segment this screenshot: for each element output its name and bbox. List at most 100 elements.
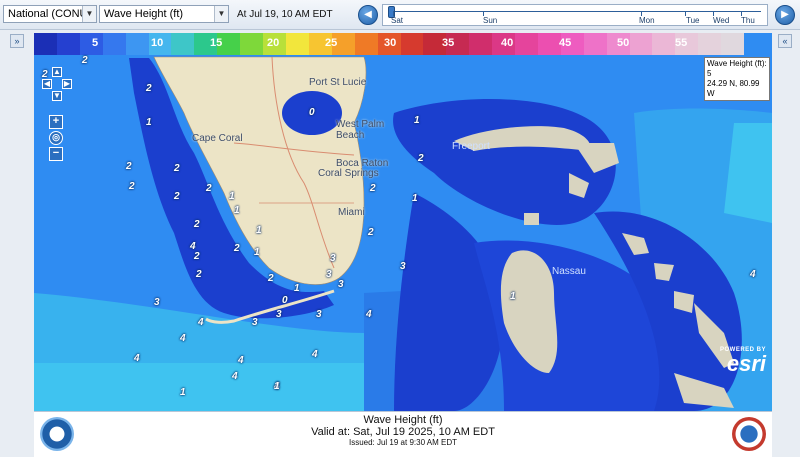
toolbar: National (CONUS ▼ Wave Height (ft) ▼ At … xyxy=(0,0,800,30)
wave-height-label: 3 xyxy=(316,309,322,320)
place-label: Miami xyxy=(338,207,365,218)
legend-label: 45 xyxy=(559,37,572,49)
pan-up-icon[interactable]: ▲ xyxy=(52,67,62,77)
parameter-select-value: Wave Height (ft) xyxy=(104,8,184,20)
wave-height-map[interactable]: 5 10 15 20 25 30 35 40 45 50 55 Port St … xyxy=(34,33,772,411)
wave-height-label: 2 xyxy=(268,273,274,284)
legend-swatch xyxy=(537,33,561,55)
place-label: West Palm Beach xyxy=(336,119,385,141)
map-canvas xyxy=(34,33,772,411)
next-time-button[interactable]: ▶ xyxy=(775,5,795,25)
wave-height-label: 1 xyxy=(412,193,418,204)
parameter-select[interactable]: Wave Height (ft) ▼ xyxy=(99,5,229,23)
nws-logo-icon xyxy=(732,417,766,451)
legend-swatch xyxy=(698,33,722,55)
identify-value: Wave Height (ft): 5 xyxy=(707,59,767,78)
noaa-logo-icon xyxy=(40,417,74,451)
legend-swatch xyxy=(56,33,80,55)
legend-label: 40 xyxy=(501,37,514,49)
timeline-label: Sun xyxy=(483,16,498,25)
legend-label: 5 xyxy=(92,37,99,49)
wave-height-label: 0 xyxy=(282,295,288,306)
legend-swatch xyxy=(354,33,378,55)
wave-height-label: 1 xyxy=(294,283,300,294)
wave-height-label: 0 xyxy=(309,107,315,118)
wave-height-label: 3 xyxy=(326,269,332,280)
caption-issued: Issued: Jul 19 at 9:30 AM EDT xyxy=(348,438,458,447)
identify-popup: Wave Height (ft): 5 24.29 N, 80.99 W xyxy=(704,57,770,101)
place-label: Coral Springs xyxy=(318,168,379,179)
wave-height-label: 2 xyxy=(368,227,374,238)
wave-height-label: 1 xyxy=(229,191,235,202)
wave-height-label: 2 xyxy=(146,83,152,94)
wave-height-label: 2 xyxy=(82,55,88,66)
wave-height-label: 2 xyxy=(194,251,200,262)
wave-height-label: 4 xyxy=(180,333,186,344)
wave-height-label: 1 xyxy=(510,291,516,302)
wave-height-label: 2 xyxy=(174,163,180,174)
wave-height-label: 3 xyxy=(330,253,336,264)
wave-height-label: 1 xyxy=(180,387,186,398)
legend-swatch xyxy=(285,33,309,55)
wave-height-label: 4 xyxy=(134,353,140,364)
timeline-label: Tue xyxy=(686,16,700,25)
map-caption: Wave Height (ft) Valid at: Sat, Jul 19 2… xyxy=(34,411,772,457)
pan-right-icon[interactable]: ▶ xyxy=(62,79,72,89)
caption-title: Wave Height (ft) xyxy=(363,414,443,426)
wave-height-label: 2 xyxy=(196,269,202,280)
wave-height-label: 4 xyxy=(232,371,238,382)
legend-swatch xyxy=(721,33,745,55)
right-panel-toggle[interactable]: « xyxy=(778,34,792,48)
zoom-in-button[interactable]: + xyxy=(49,115,63,129)
timeline-label: Sat xyxy=(391,16,404,25)
legend-label: 15 xyxy=(210,37,223,49)
wave-height-label: 2 xyxy=(206,183,212,194)
globe-icon[interactable]: ◎ xyxy=(49,131,63,145)
legend-swatch xyxy=(583,33,607,55)
pan-left-icon[interactable]: ◀ xyxy=(42,79,52,89)
place-label: Nassau xyxy=(552,266,586,277)
timeline-label: Thu xyxy=(741,16,755,25)
wave-height-label: 2 xyxy=(194,219,200,230)
wave-height-label: 2 xyxy=(418,153,424,164)
chevron-down-icon[interactable]: ▼ xyxy=(82,6,96,22)
legend-swatch xyxy=(400,33,424,55)
wave-height-label: 2 xyxy=(129,181,135,192)
wave-height-label: 4 xyxy=(198,317,204,328)
timeline-slider[interactable]: Sat Sun Mon Tue Wed Thu xyxy=(382,4,768,26)
legend-label: 30 xyxy=(384,37,397,49)
wave-height-label: 1 xyxy=(414,115,420,126)
wave-height-label: 2 xyxy=(126,161,132,172)
wave-height-label: 2 xyxy=(174,191,180,202)
esri-logo: POWERED BY esri xyxy=(719,347,766,376)
place-label: Cape Coral xyxy=(192,133,243,144)
chevron-down-icon[interactable]: ▼ xyxy=(214,6,228,22)
legend-swatch xyxy=(171,33,195,55)
legend-swatch xyxy=(102,33,126,55)
legend-label: 25 xyxy=(325,37,338,49)
zoom-out-button[interactable]: − xyxy=(49,147,63,161)
left-panel-toggle[interactable]: » xyxy=(10,34,24,48)
wave-height-label: 4 xyxy=(366,309,372,320)
caption-valid: Valid at: Sat, Jul 19 2025, 10 AM EDT xyxy=(311,426,495,438)
wave-height-label: 1 xyxy=(256,225,262,236)
previous-time-button[interactable]: ◀ xyxy=(358,5,378,25)
legend-swatch xyxy=(469,33,493,55)
place-label: Port St Lucie xyxy=(309,77,367,88)
wave-height-label: 3 xyxy=(400,261,406,272)
wave-height-label: 1 xyxy=(274,381,280,392)
wave-height-label: 4 xyxy=(312,349,318,360)
wave-height-label: 2 xyxy=(234,243,240,254)
pan-down-icon[interactable]: ▼ xyxy=(52,91,62,101)
wave-height-label: 3 xyxy=(252,317,258,328)
legend-swatch xyxy=(125,33,149,55)
wave-height-label: 1 xyxy=(146,117,152,128)
legend-swatch xyxy=(240,33,264,55)
timeline-label: Wed xyxy=(713,16,730,25)
pan-control[interactable]: ▲ ◀ ▶ ▼ xyxy=(42,67,72,111)
legend-label: 55 xyxy=(675,37,688,49)
wave-height-label: 3 xyxy=(154,297,160,308)
timeline-track xyxy=(389,11,761,12)
region-select[interactable]: National (CONUS ▼ xyxy=(3,5,97,23)
legend-label: 10 xyxy=(151,37,164,49)
